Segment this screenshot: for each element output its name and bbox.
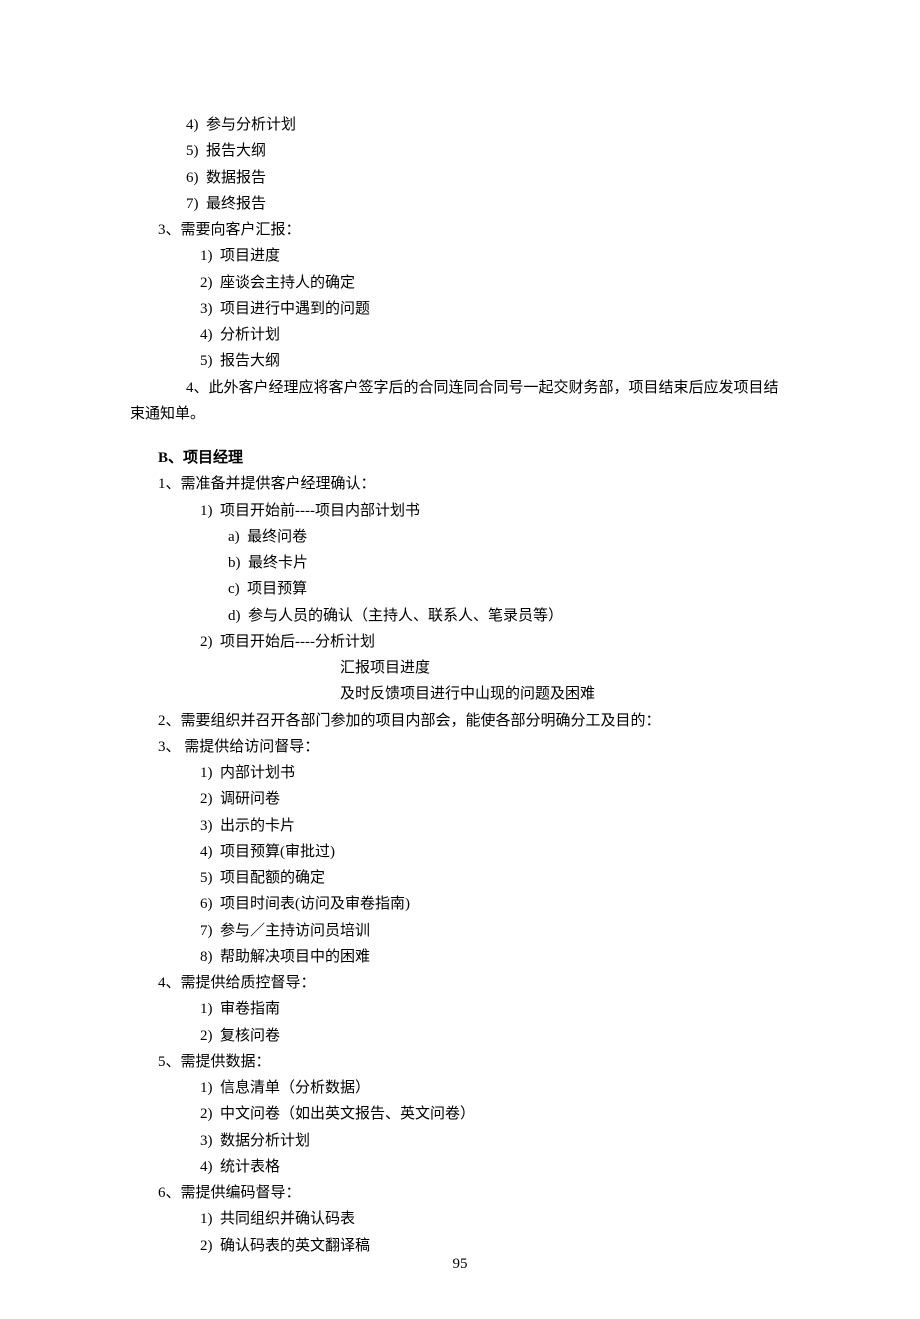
subsection-heading: 4、需提供给质控督导： [130,970,790,996]
item-num: 3) [200,301,213,317]
item-text: 帮助解决项目中的困难 [220,949,370,965]
list-item: 1) 项目开始前----项目内部计划书 [130,498,790,524]
item-num: 1) [200,1080,213,1096]
inline-text: 汇报项目进度 [130,655,790,681]
item-num: 2) [200,275,213,291]
item-text: 项目预算(审批过) [220,844,335,860]
item-num: 5) [186,143,199,159]
list-item: 7) 最终报告 [130,191,790,217]
item-text: 项目时间表(访问及审卷指南) [220,896,410,912]
item-text: 数据分析计划 [220,1133,310,1149]
item-text: 座谈会主持人的确定 [220,275,355,291]
item-num: 4) [200,844,213,860]
list-item: 3) 出示的卡片 [130,813,790,839]
list-item: 6) 数据报告 [130,165,790,191]
item-num: 2) [200,1106,213,1122]
list-item: 3) 数据分析计划 [130,1128,790,1154]
item-num: 4) [186,117,199,133]
subsection-heading: 6、需提供编码督导： [130,1180,790,1206]
list-item: 5) 项目配额的确定 [130,865,790,891]
item-num: 5) [200,353,213,369]
list-item: 6) 项目时间表(访问及审卷指南) [130,891,790,917]
item-num: 6) [186,170,199,186]
item-num: b) [228,555,241,571]
list-item: 1) 信息清单（分析数据） [130,1075,790,1101]
list-item: 1) 共同组织并确认码表 [130,1206,790,1232]
list-item: 2) 复核问卷 [130,1023,790,1049]
list-item: 5) 报告大纲 [130,348,790,374]
item-num: 1) [200,248,213,264]
list-item: 2) 项目开始后----分析计划 [130,629,790,655]
list-item: 4) 项目预算(审批过) [130,839,790,865]
item-num: c) [228,581,240,597]
item-text: 数据报告 [206,170,266,186]
item-num: 7) [186,196,199,212]
list-item: 2) 调研问卷 [130,786,790,812]
subsection-heading: 2、需要组织并召开各部门参加的项目内部会，能使各部分明确分工及目的： [130,708,790,734]
list-item: 5) 报告大纲 [130,138,790,164]
item-num: a) [228,529,240,545]
list-item: 7) 参与／主持访问员培训 [130,918,790,944]
item-text: 项目配额的确定 [220,870,325,886]
item-text: 项目进行中遇到的问题 [220,301,370,317]
paragraph: 4、此外客户经理应将客户签字后的合同连同合同号一起交财务部，项目结束后应发项目结… [130,375,790,428]
list-item: 4) 参与分析计划 [130,112,790,138]
list-item: 4) 分析计划 [130,322,790,348]
item-num: 1) [200,1001,213,1017]
item-text: 统计表格 [220,1159,280,1175]
item-num: 3) [200,1133,213,1149]
item-text: 调研问卷 [220,791,280,807]
item-text: 最终卡片 [248,555,308,571]
list-item: b) 最终卡片 [130,550,790,576]
item-text: 分析计划 [220,327,280,343]
page-number: 95 [0,1251,920,1277]
section-b-title: B、项目经理 [130,445,790,471]
item-text: 出示的卡片 [220,818,295,834]
item-text: 审卷指南 [220,1001,280,1017]
item-text: 复核问卷 [220,1028,280,1044]
item-num: 3) [200,818,213,834]
list-item: a) 最终问卷 [130,524,790,550]
inline-text: 及时反馈项目进行中山现的问题及困难 [130,681,790,707]
item-text: 最终报告 [206,196,266,212]
item-text: 中文问卷（如出英文报告、英文问卷） [220,1106,475,1122]
item-num: 5) [200,870,213,886]
item-text: 参与分析计划 [206,117,296,133]
list-item: 1) 审卷指南 [130,996,790,1022]
item-num: 8) [200,949,213,965]
item-text: 最终问卷 [247,529,307,545]
item-text: 信息清单（分析数据） [220,1080,370,1096]
subsection-heading: 3、需要向客户汇报： [130,217,790,243]
list-item: 1) 项目进度 [130,243,790,269]
item-text: 报告大纲 [206,143,266,159]
item-text: 内部计划书 [220,765,295,781]
list-item: 1) 内部计划书 [130,760,790,786]
list-item: d) 参与人员的确认（主持人、联系人、笔录员等） [130,603,790,629]
subsection-heading: 1、需准备并提供客户经理确认： [130,471,790,497]
list-item: 2) 中文问卷（如出英文报告、英文问卷） [130,1101,790,1127]
subsection-heading: 3、 需提供给访问督导： [130,734,790,760]
item-num: d) [228,608,241,624]
item-num: 1) [200,1211,213,1227]
item-text: 项目进度 [220,248,280,264]
item-num: 6) [200,896,213,912]
document-page: 4) 参与分析计划 5) 报告大纲 6) 数据报告 7) 最终报告 3、需要向客… [0,0,920,1319]
item-text: 项目预算 [247,581,307,597]
list-item: 2) 座谈会主持人的确定 [130,270,790,296]
item-num: 1) [200,765,213,781]
list-item: c) 项目预算 [130,576,790,602]
subsection-heading: 5、需提供数据： [130,1049,790,1075]
list-item: 3) 项目进行中遇到的问题 [130,296,790,322]
item-num: 2) [200,1028,213,1044]
item-num: 7) [200,923,213,939]
item-num: 4) [200,1159,213,1175]
item-text: 共同组织并确认码表 [220,1211,355,1227]
list-item: 8) 帮助解决项目中的困难 [130,944,790,970]
item-num: 4) [200,327,213,343]
item-text: 报告大纲 [220,353,280,369]
item-num: 2) [200,791,213,807]
item-text: 参与／主持访问员培训 [220,923,370,939]
item-text: 参与人员的确认（主持人、联系人、笔录员等） [248,608,563,624]
list-item: 4) 统计表格 [130,1154,790,1180]
